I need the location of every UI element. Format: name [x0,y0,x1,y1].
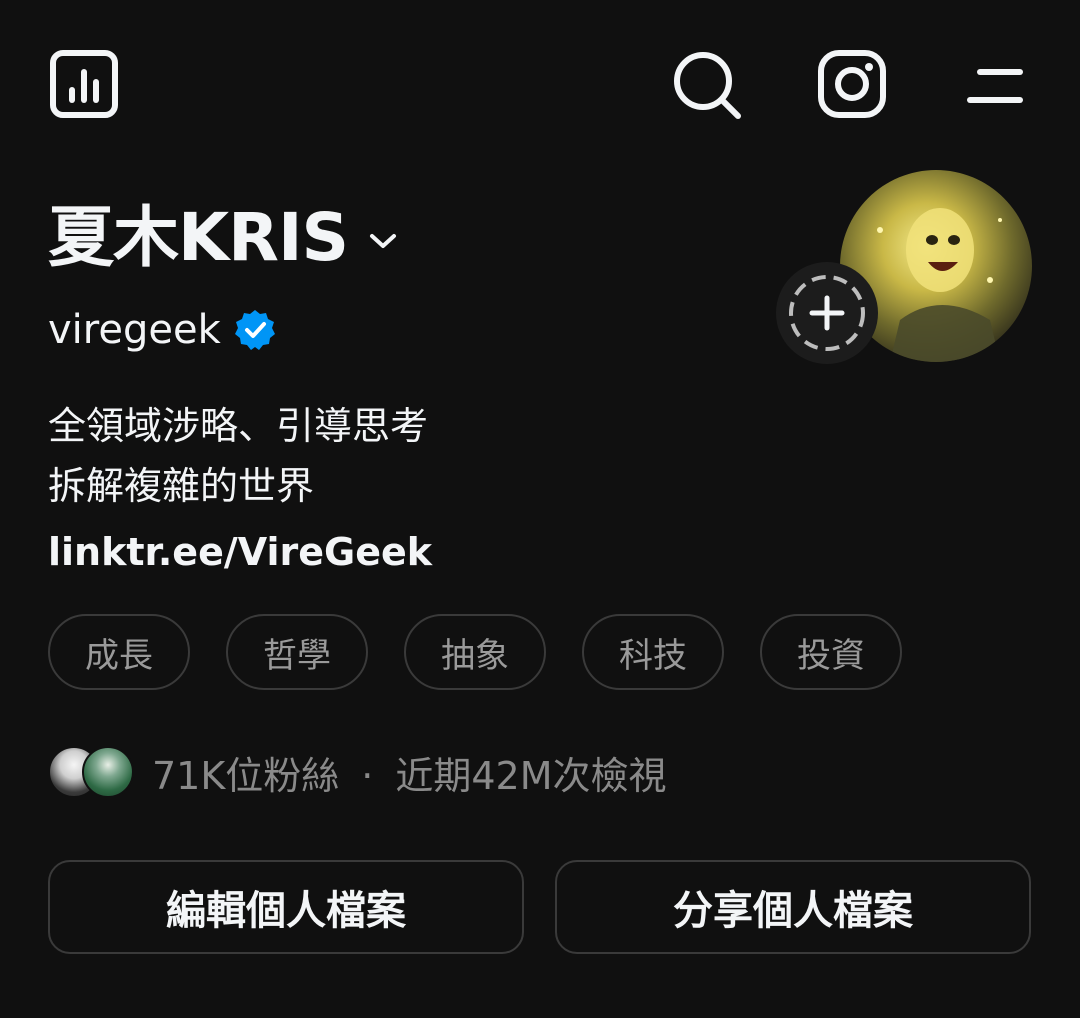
tag-chip[interactable]: 投資 [760,614,902,690]
bio: 全領域涉略、引導思考 拆解複雜的世界 [48,396,428,516]
tag-chip[interactable]: 成長 [48,614,190,690]
followers-count: 71K位粉絲 [152,753,340,798]
instagram-icon [818,50,886,118]
add-icon [789,275,865,351]
tag-chip[interactable]: 抽象 [404,614,546,690]
insights-button[interactable] [50,50,118,118]
views-count: 近期42M次檢視 [395,753,667,798]
instagram-button[interactable] [818,50,886,118]
follower-stats[interactable]: 71K位粉絲 · 近期42M次檢視 [48,740,667,804]
share-profile-button[interactable]: 分享個人檔案 [555,860,1031,954]
username: viregeek [48,307,221,353]
topic-tags: 成長 哲學 抽象 科技 投資 [48,614,902,690]
tag-chip[interactable]: 科技 [582,614,724,690]
follower-avatar [82,746,134,798]
stats-text: 71K位粉絲 · 近期42M次檢視 [152,745,667,800]
chevron-down-icon[interactable] [368,231,398,251]
bio-line: 拆解複雜的世界 [48,464,315,508]
menu-button[interactable] [966,60,1024,110]
add-story-button[interactable] [776,262,878,364]
verified-badge-icon [233,308,277,352]
search-icon [674,52,741,119]
display-name: 夏木KRIS [48,199,349,276]
menu-icon [967,69,1023,103]
bar-chart-icon [50,50,118,118]
bio-line: 全領域涉略、引導思考 [48,404,429,448]
follower-avatars [48,746,138,798]
tag-chip[interactable]: 哲學 [226,614,368,690]
stats-separator: · [361,753,374,798]
edit-profile-button[interactable]: 編輯個人檔案 [48,860,524,954]
profile-link[interactable]: linktr.ee/VireGeek [48,524,432,580]
username-row: viregeek [48,302,277,358]
search-button[interactable] [672,50,744,122]
profile-name[interactable]: 夏木KRIS [48,198,398,278]
